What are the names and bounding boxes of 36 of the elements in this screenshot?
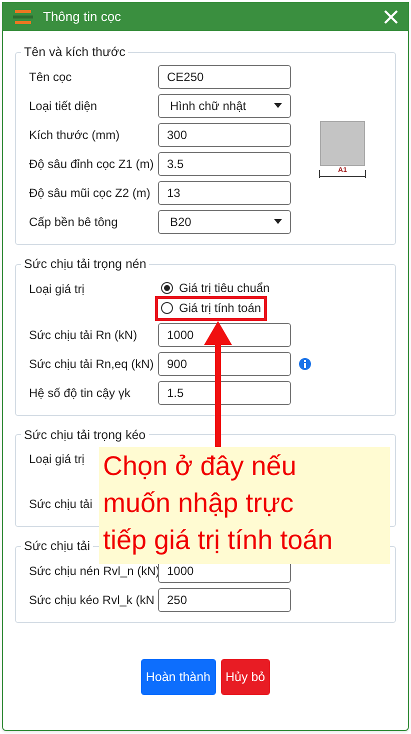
input-field[interactable]: 3.5 [158, 152, 291, 176]
field-label: Hệ số độ tin cậy γk [29, 386, 130, 400]
field-label: Kích thước (mm) [29, 128, 120, 142]
field-label: Loại tiết diện [29, 98, 98, 113]
input-field[interactable]: CE250 [158, 64, 291, 89]
group-title: Sức chịu tải [23, 538, 92, 556]
field-label: Độ sâu mũi cọc Z2 (m) [29, 186, 150, 200]
field-label: Tên cọc [29, 70, 72, 84]
input-field[interactable]: 300 [158, 122, 291, 147]
group-title: Tên và kích thước [23, 44, 126, 61]
dropdown[interactable]: Hình chữ nhật [158, 94, 291, 118]
field-label: Cấp bền bê tông [29, 214, 118, 229]
input-field[interactable]: 250 [158, 588, 291, 612]
input-field[interactable]: 1.5 [158, 380, 291, 404]
field-label: Sức chịu tải [29, 497, 92, 512]
dialog-button[interactable]: Hoàn thành [140, 659, 216, 695]
close-icon[interactable] [384, 10, 398, 24]
radio-option[interactable]: Giá trị tính toán [158, 298, 264, 318]
callout-note: Chọn ở đây nếu muốn nhập trực tiếp giá trị tính toán [103, 450, 334, 557]
field-label: Loại giá trị [29, 282, 84, 296]
field-label: Sức chịu tải Rn (kN) [29, 328, 138, 342]
field-label: Sức chịu kéo Rvl_k (kN [29, 593, 154, 607]
input-field[interactable]: 1000 [158, 322, 291, 346]
radio-option[interactable]: Giá trị tiêu chuẩn [158, 278, 273, 298]
field-label: Loại giá trị [29, 452, 84, 466]
info-icon[interactable] [299, 358, 311, 370]
dropdown[interactable]: B20 [158, 210, 291, 234]
input-field[interactable]: 13 [158, 180, 291, 205]
menu-icon [13, 10, 33, 24]
field-label: Độ sâu đỉnh cọc Z1 (m) [29, 156, 154, 171]
input-field[interactable]: 900 [158, 352, 291, 376]
window-title: Thông tin cọc [43, 8, 122, 26]
group-title: Sức chịu tải trọng kéo [23, 426, 147, 444]
dialog-button[interactable]: Hủy bỏ [220, 659, 270, 695]
group-title: Sức chịu tải trọng nén [23, 256, 148, 273]
field-label: Sức chịu tải Rn,eq (kN) [29, 356, 154, 370]
